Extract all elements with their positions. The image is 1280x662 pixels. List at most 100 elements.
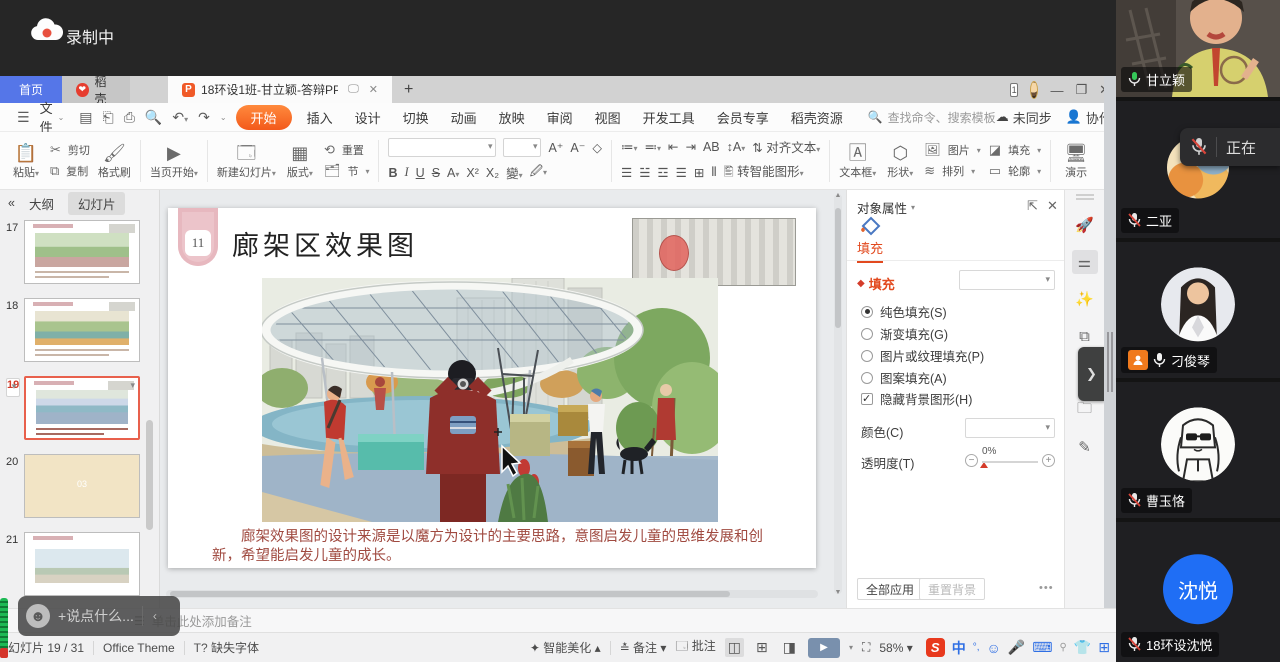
textbox-button[interactable]: 🄰文本框▾ — [835, 142, 880, 180]
slide-thumbnail-19-selected[interactable] — [24, 376, 140, 440]
present-button[interactable]: 🖥演示 — [1056, 142, 1096, 180]
align-right-button[interactable]: ☲ — [657, 165, 668, 180]
account-avatar[interactable] — [1030, 81, 1038, 99]
theme-name[interactable]: Office Theme — [103, 641, 175, 655]
picture-fill-radio[interactable]: 图片或纹理填充(P) — [861, 346, 984, 365]
message-badge[interactable]: 1 — [1010, 83, 1018, 97]
restore-button[interactable]: ❐ — [1075, 82, 1087, 98]
thumbnail-scrollbar[interactable] — [146, 420, 153, 530]
ribbon-tab-view[interactable]: 视图 — [584, 105, 632, 130]
print-icon[interactable]: ⎙ — [119, 109, 140, 126]
pen-tool-icon[interactable]: ✎ — [1072, 435, 1098, 459]
italic-button[interactable]: I — [405, 165, 409, 180]
outline-button[interactable]: ▭轮廓▾ — [989, 163, 1041, 179]
slideshow-play-button[interactable]: ▶ — [808, 638, 840, 658]
distribute-button[interactable]: ⊞ — [694, 165, 704, 180]
ime-voice-icon[interactable]: 🎤 — [1008, 639, 1025, 656]
command-search[interactable]: 🔍 查找命令、搜索模板 — [868, 109, 996, 126]
reset-button[interactable]: ⟲重置 — [324, 142, 370, 158]
participant-tile-diaojunqin[interactable]: 刁俊琴 — [1116, 242, 1280, 378]
transparency-slider[interactable]: − 0% + — [965, 453, 1055, 469]
slide-title[interactable]: 廊架区效果图 — [232, 224, 418, 263]
sidebar-resize-strip[interactable] — [1104, 76, 1116, 608]
align-center-button[interactable]: ☱ — [639, 165, 650, 180]
ribbon-tab-member[interactable]: 会员专享 — [706, 105, 780, 130]
increase-indent-button[interactable]: ⇥ — [685, 139, 695, 154]
panel-expand-handle[interactable]: ❯ — [1078, 347, 1105, 401]
sidebar-collapse-handle[interactable] — [1107, 332, 1109, 392]
copy-button[interactable]: ⧉复制 — [50, 163, 90, 179]
slide-canvas[interactable]: 11 廊架区效果图 — [160, 190, 846, 608]
ribbon-tab-transition[interactable]: 切换 — [392, 105, 440, 130]
object-properties-icon[interactable]: ⚌ — [1072, 250, 1098, 274]
slider-minus-icon[interactable]: − — [965, 454, 978, 467]
site-plan-thumbnail[interactable] — [632, 218, 796, 286]
quickbar-more-icon[interactable]: ⌄ — [215, 113, 232, 122]
output-icon[interactable]: ⎗ — [98, 109, 119, 126]
ribbon-tab-animation[interactable]: 动画 — [440, 105, 488, 130]
scroll-up-icon[interactable]: ▲ — [834, 192, 842, 199]
slide-thumbnail-21[interactable] — [24, 532, 140, 596]
minimize-button[interactable]: — — [1050, 83, 1063, 98]
strikethrough-button[interactable]: S — [432, 166, 440, 180]
duplicate-window-icon[interactable]: ⧉ — [1072, 324, 1098, 348]
ribbon-tab-home[interactable]: 开始 — [236, 105, 292, 130]
smart-effects-icon[interactable]: ✨ — [1072, 287, 1098, 311]
paste-button[interactable]: 📋粘贴▾ — [6, 142, 46, 180]
redo-icon[interactable]: ↷ — [193, 109, 215, 126]
notes-button[interactable]: ≛ 备注 ▾ — [620, 639, 667, 656]
sogou-logo-icon[interactable]: S — [926, 638, 945, 657]
decrease-indent-button[interactable]: ⇤ — [668, 139, 678, 154]
close-panel-icon[interactable]: ✕ — [1047, 198, 1058, 214]
font-size-select[interactable] — [503, 138, 541, 157]
fill-button[interactable]: ◪填充▾ — [989, 142, 1041, 158]
font-family-select[interactable] — [388, 138, 496, 157]
ribbon-tab-slideshow[interactable]: 放映 — [488, 105, 536, 130]
pergola-rendering-image[interactable] — [262, 278, 718, 522]
file-menu[interactable]: ☰ 文件 ⌄ — [0, 98, 74, 136]
save-icon[interactable]: ▤ — [74, 109, 97, 126]
mic-muted-icon[interactable] — [1191, 138, 1207, 156]
format-painter-button[interactable]: 🖌格式刷 — [94, 142, 135, 180]
clear-format-icon[interactable]: ◇ — [592, 140, 602, 155]
resource-icon[interactable]: 🗀 — [1072, 398, 1098, 422]
ime-keyboard-icon[interactable]: ⌨ — [1032, 639, 1052, 656]
hover-control-overlay[interactable]: 正在 — [1180, 128, 1280, 166]
number-list-button[interactable]: ≕▾ — [644, 139, 661, 154]
slide-thumbnail-17[interactable] — [24, 220, 140, 284]
slides-tab[interactable]: 幻灯片 — [68, 192, 126, 215]
quick-tools-rocket-icon[interactable]: 🚀 — [1072, 213, 1098, 237]
gradient-fill-radio[interactable]: 渐变填充(G) — [861, 324, 948, 343]
ime-skin-icon[interactable]: 👕 — [1074, 639, 1091, 656]
play-from-current-button[interactable]: ▶当页开始▾ — [146, 142, 202, 180]
fill-type-dropdown[interactable] — [959, 270, 1055, 290]
picture-button[interactable]: 🖼图片▾ — [924, 142, 981, 158]
ribbon-tab-insert[interactable]: 插入 — [296, 105, 344, 130]
shape-button[interactable]: ⬡形状▾ — [880, 142, 920, 180]
new-slide-button[interactable]: 🗔新建幻灯片▾ — [213, 142, 280, 180]
subscript-button[interactable]: X₂ — [486, 166, 499, 180]
comment-button[interactable]: 🗔 批注 — [675, 637, 715, 658]
ime-language-icon[interactable]: 中 — [952, 638, 966, 658]
columns-button[interactable]: ⫴ — [711, 165, 716, 180]
panel-more-icon[interactable]: ••• — [1039, 582, 1054, 594]
participant-tile-caoyuke[interactable]: 曹玉恪 — [1116, 382, 1280, 518]
print-preview-icon[interactable]: 🔍 — [140, 109, 167, 126]
participant-tile-shenyue[interactable]: 沈悦 18环设沈悦 — [1116, 522, 1280, 662]
ribbon-tab-docer-res[interactable]: 稻壳资源 — [780, 105, 854, 130]
slide-thumbnail-18[interactable] — [24, 298, 140, 362]
underline-button[interactable]: U — [416, 166, 425, 180]
cut-button[interactable]: ✂剪切 — [50, 142, 90, 158]
sync-status[interactable]: ☁未同步 — [996, 108, 1052, 127]
ime-grid-icon[interactable]: ⊞ — [1098, 639, 1110, 656]
chat-input-placeholder[interactable]: +说点什么... — [58, 606, 134, 626]
ime-emoji-icon[interactable]: ☺ — [987, 640, 1001, 656]
highlight-button[interactable]: 🖉▾ — [530, 162, 547, 183]
section-button[interactable]: 🗂节▾ — [324, 163, 370, 179]
slide-caption-text[interactable]: 廊架效果图的设计来源是以魔方为设计的主要思路，意图启发儿童的思维发展和创新，希望… — [212, 528, 778, 566]
tab-document[interactable]: P 18环设1班-甘立颖-答辩PPT 🖵 ✕ — [168, 76, 392, 103]
current-slide[interactable]: 11 廊架区效果图 — [168, 208, 816, 568]
increase-font-icon[interactable]: A⁺ — [548, 140, 563, 155]
font-color-button[interactable]: A▾ — [447, 166, 459, 180]
line-spacing-button[interactable]: ↕A▾ — [727, 140, 746, 154]
